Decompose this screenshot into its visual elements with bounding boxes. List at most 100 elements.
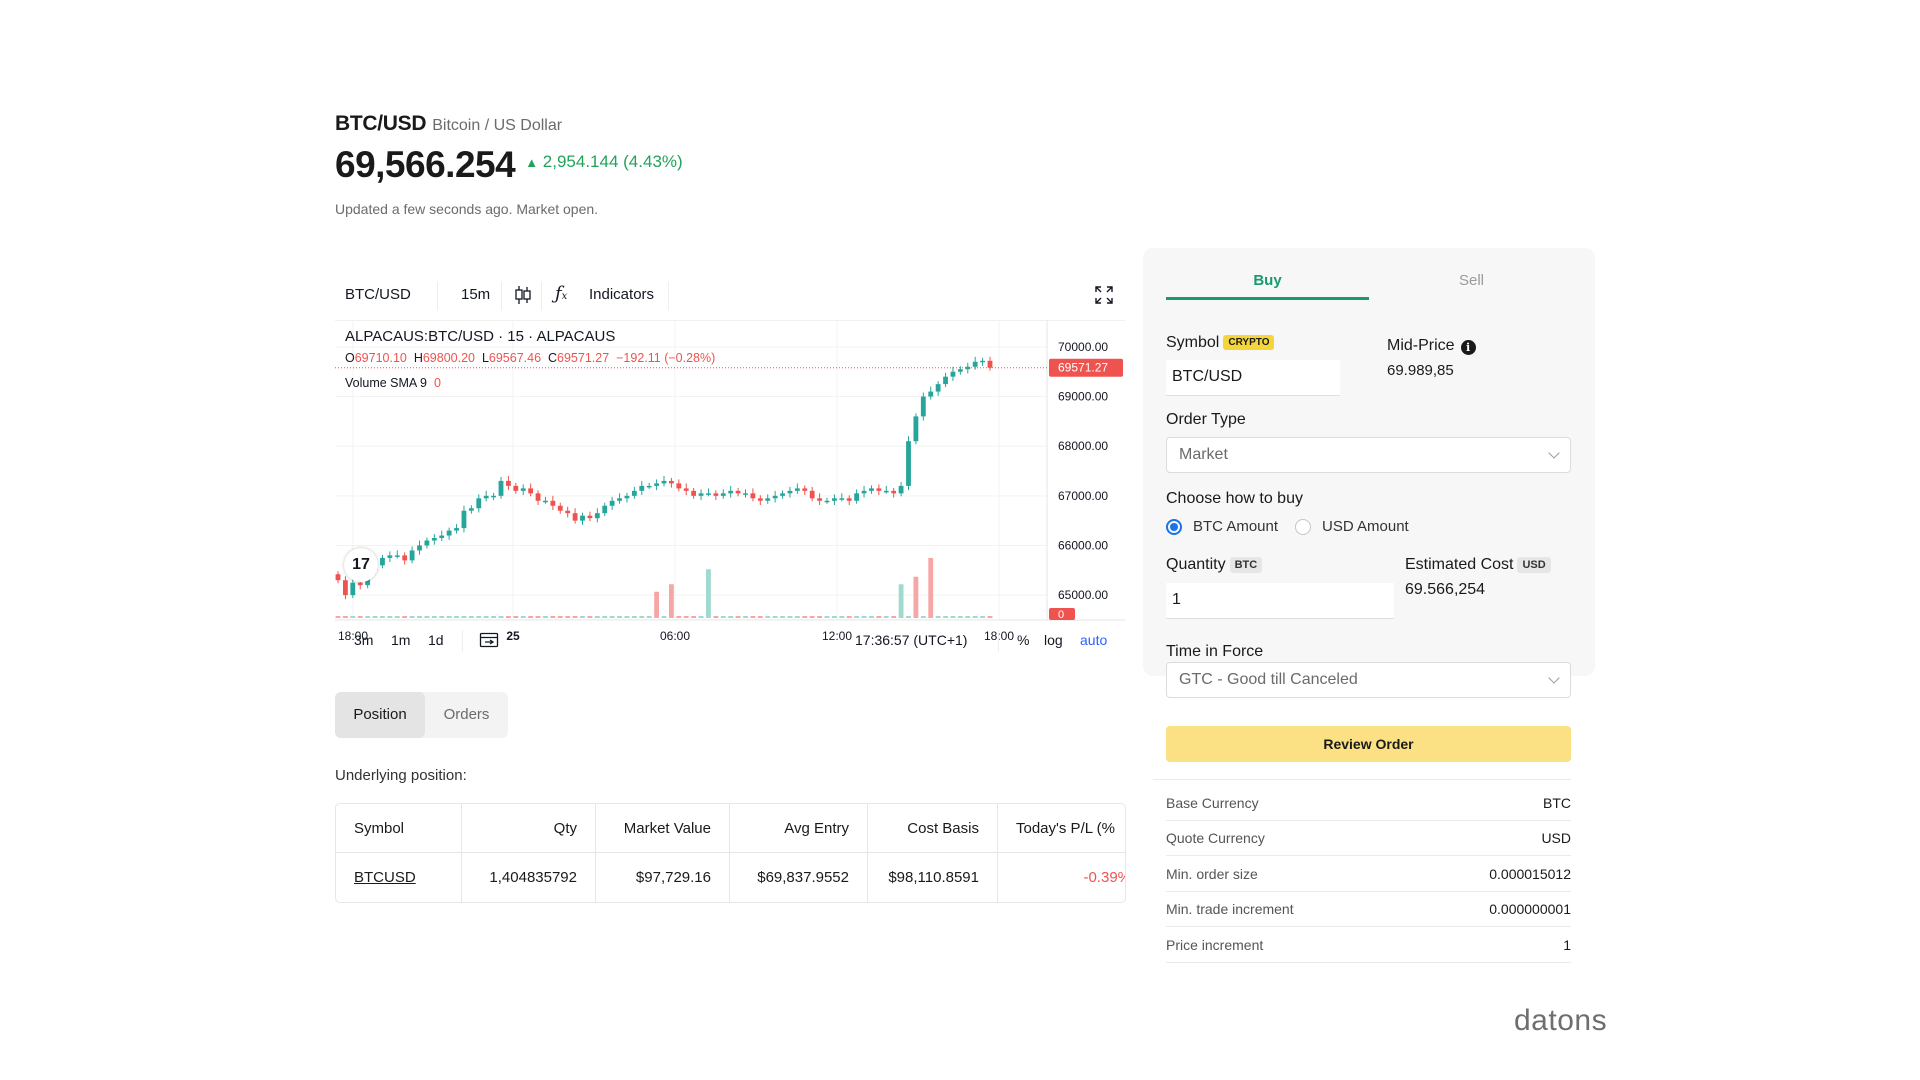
ohlc-close: 69571.27 (557, 351, 610, 365)
crypto-badge: CRYPTO (1223, 335, 1275, 350)
candle-body (965, 366, 971, 370)
candle-body (950, 371, 956, 377)
chart-symbol-button[interactable]: BTC/USD (345, 286, 411, 303)
review-order-button[interactable]: Review Order (1166, 726, 1571, 762)
symbol-description: Bitcoin / US Dollar (432, 117, 563, 134)
info-icon[interactable]: i (1460, 340, 1476, 355)
quantity-input[interactable]: 1 (1166, 583, 1394, 619)
volume-bar (639, 616, 645, 618)
range-3m-button[interactable]: 3m (354, 632, 373, 648)
order-type-select[interactable]: Market (1166, 437, 1571, 473)
candle-body (639, 485, 645, 491)
fx-icon[interactable]: ƒx (555, 283, 567, 304)
price-change-value: 2,954.144 (4.43%) (542, 152, 683, 171)
spec-value: 1 (1563, 937, 1571, 953)
volume-bar (972, 616, 978, 618)
volume-bar (550, 616, 556, 618)
candles-icon[interactable] (514, 284, 532, 310)
volume-bar (394, 616, 400, 618)
tradingview-logo-icon[interactable]: 17 (344, 548, 378, 582)
volume-bar (809, 616, 815, 618)
log-scale-button[interactable]: log (1044, 632, 1063, 648)
volume-bar (869, 616, 874, 618)
ohlc-high-label: H (413, 351, 423, 365)
ohlc-low-label: L (481, 351, 489, 365)
volume-bar (698, 616, 704, 618)
volume-bar (483, 616, 489, 618)
spec-row-quote-currency: Quote Currency USD (1166, 820, 1571, 856)
volume-bar (832, 616, 837, 618)
volume-bar (587, 616, 593, 618)
mid-price-label-text: Mid-Price (1387, 337, 1455, 354)
candle-body (580, 515, 585, 521)
estimated-cost-value: 69.566,254 (1405, 581, 1486, 598)
volume-bar (802, 616, 808, 618)
symbol-label-text: Symbol (1166, 334, 1220, 351)
radio-btc-amount-label[interactable]: BTC Amount (1193, 518, 1278, 535)
candle-body (957, 369, 963, 372)
candle-body (883, 490, 889, 493)
up-arrow-icon: ▲ (525, 155, 539, 170)
table-row[interactable]: BTCUSD 1,404835792 $97,729.16 $69,837.95… (336, 853, 1125, 902)
candle-body (913, 416, 919, 442)
price-axis-label: 65000.00 (1058, 588, 1108, 602)
candle-body (728, 490, 734, 494)
tab-buy[interactable]: Buy (1166, 272, 1369, 289)
candle-body (468, 508, 474, 511)
toolbar-divider (541, 282, 542, 310)
candle-body (624, 495, 630, 499)
candle-body (602, 505, 608, 514)
radio-btc-amount[interactable] (1166, 519, 1182, 535)
range-1d-button[interactable]: 1d (428, 632, 444, 648)
toolbar-divider (501, 282, 502, 310)
range-1m-button[interactable]: 1m (391, 632, 410, 648)
candle-body (380, 557, 385, 566)
spec-value: BTC (1543, 795, 1571, 811)
ohlc-low: 69567.46 (488, 351, 542, 365)
candle-body (343, 580, 348, 596)
candle-body (794, 488, 800, 491)
radio-usd-amount-label[interactable]: USD Amount (1322, 518, 1409, 535)
calendar-range-icon[interactable] (479, 631, 499, 652)
volume-bar (506, 616, 511, 618)
volume-bar (839, 616, 845, 618)
percent-scale-button[interactable]: % (1017, 632, 1029, 648)
fullscreen-icon[interactable] (1094, 285, 1114, 309)
tab-position[interactable]: Position (335, 692, 425, 738)
position-symbol-link[interactable]: BTCUSD (354, 869, 416, 886)
candle-body (357, 582, 363, 586)
chart-legend-title: ALPACAUS:BTC/USD · 15 · ALPACAUS (345, 328, 616, 345)
interval-button[interactable]: 15m (461, 286, 490, 303)
volume-bar (861, 616, 867, 618)
position-today-pl-cell: -0.39% (1083, 869, 1125, 886)
volume-bar (461, 616, 467, 618)
chart-widget[interactable]: BTC/USD 15m ƒx Indicators 70000.00 69000.… (335, 272, 1125, 656)
tab-orders[interactable]: Orders (425, 692, 508, 738)
volume-bar (543, 616, 548, 618)
spec-key: Min. trade increment (1166, 901, 1294, 917)
volume-bar (646, 616, 652, 618)
usd-badge: USD (1517, 557, 1551, 573)
column-header: Qty (462, 804, 596, 852)
candle-body (802, 488, 808, 491)
radio-usd-amount[interactable] (1295, 519, 1311, 535)
candle-body (661, 480, 667, 484)
indicators-button[interactable]: Indicators (589, 286, 654, 303)
candle-body (980, 360, 985, 363)
symbol-input[interactable]: BTC/USD (1166, 360, 1340, 396)
auto-scale-button[interactable]: auto (1080, 632, 1107, 648)
candle-body (824, 500, 830, 503)
btc-badge: BTC (1229, 557, 1263, 573)
tab-sell[interactable]: Sell (1370, 272, 1573, 289)
chevron-down-icon (1548, 672, 1560, 684)
time-in-force-select[interactable]: GTC - Good till Canceled (1166, 662, 1571, 698)
volume-bar (365, 616, 371, 618)
candle-body (780, 493, 785, 496)
volume-bar (372, 616, 378, 618)
market-status: Updated a few seconds ago. Market open. (335, 201, 599, 217)
column-header: Symbol (336, 804, 462, 852)
price-chart[interactable]: 70000.00 69000.00 68000.00 67000.00 66000.00… (335, 320, 1125, 672)
volume-bar (787, 616, 793, 618)
volume-bar (965, 616, 971, 618)
volume-bar (580, 616, 585, 618)
